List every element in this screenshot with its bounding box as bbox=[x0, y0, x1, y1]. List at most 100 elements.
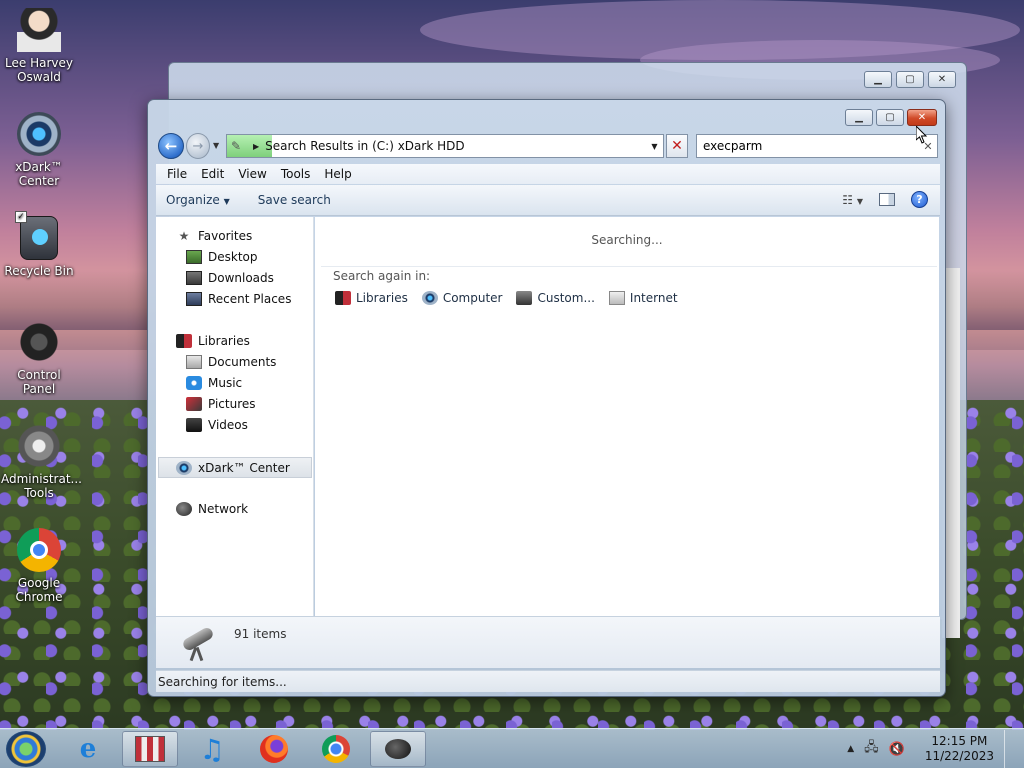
stop-icon: ✕ bbox=[671, 138, 683, 154]
network-status-icon[interactable]: 🖧 bbox=[864, 738, 879, 760]
desktop-icon-xdark-center[interactable]: xDark™ Center bbox=[1, 112, 77, 188]
menu-view[interactable]: View bbox=[231, 167, 273, 181]
user-anime-icon bbox=[17, 8, 61, 52]
clock[interactable]: 12:15 PM 11/22/2023 bbox=[925, 734, 994, 764]
desktop-icon-label: Recycle Bin bbox=[4, 264, 74, 278]
save-search-button[interactable]: Save search bbox=[258, 193, 331, 207]
back-button[interactable]: ← bbox=[158, 133, 184, 159]
item-count: 91 items bbox=[234, 627, 287, 641]
taskbar-internet-explorer[interactable]: e bbox=[60, 731, 116, 767]
clock-time: 12:15 PM bbox=[931, 734, 988, 748]
command-bar-right: ☷ ▼ ? bbox=[842, 191, 928, 208]
option-label: Internet bbox=[629, 291, 678, 305]
taskbar-music[interactable]: ♫ bbox=[184, 731, 240, 767]
background-window-caption-buttons: ▁ ▢ ✕ bbox=[864, 71, 956, 88]
desktop-icon-recycle-bin[interactable]: ✓ Recycle Bin bbox=[1, 211, 77, 278]
desktop-icon-label: xDark™ Center bbox=[15, 160, 63, 188]
desktop-icon-label: Lee Harvey Oswald bbox=[5, 56, 73, 84]
nav-desktop[interactable]: Desktop bbox=[186, 248, 258, 266]
stop-search-button[interactable]: ✕ bbox=[666, 134, 688, 158]
breadcrumb-arrow-icon[interactable]: ▶ bbox=[253, 142, 259, 151]
organize-button[interactable]: Organize ▼ bbox=[166, 193, 230, 207]
menu-file[interactable]: File bbox=[160, 167, 194, 181]
minimize-button[interactable]: ▁ bbox=[845, 109, 873, 126]
option-label: Computer bbox=[442, 291, 503, 305]
nav-label: Network bbox=[198, 502, 249, 516]
library-icon bbox=[135, 736, 165, 762]
nav-documents[interactable]: Documents bbox=[186, 353, 276, 371]
volume-muted-icon[interactable]: 🔇 bbox=[889, 742, 905, 757]
content-pane[interactable]: Searching... Search again in: Libraries … bbox=[315, 217, 939, 616]
nav-music[interactable]: Music bbox=[186, 374, 242, 392]
maximize-button[interactable]: ▢ bbox=[896, 71, 924, 88]
recycle-bin-icon: ✓ bbox=[15, 211, 58, 260]
desktop-icon-control-panel[interactable]: Control Panel bbox=[1, 320, 77, 396]
nav-label: Desktop bbox=[208, 250, 258, 264]
show-hidden-icons-icon[interactable]: ▲ bbox=[847, 744, 854, 754]
search-box[interactable]: ✕ bbox=[696, 134, 938, 158]
close-button[interactable]: ✕ bbox=[907, 109, 937, 126]
xdark-center-icon bbox=[176, 460, 192, 475]
menu-help[interactable]: Help bbox=[317, 167, 358, 181]
desktop-icon-admin-tools[interactable]: Administrat... Tools bbox=[1, 424, 82, 500]
nav-favorites[interactable]: ★ Favorites bbox=[176, 227, 253, 245]
preview-pane-icon[interactable] bbox=[879, 193, 895, 206]
search-telescope-icon bbox=[178, 623, 216, 663]
recent-pages-dropdown-icon[interactable]: ▼ bbox=[213, 141, 219, 150]
menu-tools[interactable]: Tools bbox=[274, 167, 318, 181]
close-button[interactable]: ✕ bbox=[928, 71, 956, 88]
downloads-icon bbox=[186, 271, 202, 285]
divider bbox=[321, 266, 937, 267]
nav-network[interactable]: Network bbox=[176, 500, 248, 518]
nav-recent-places[interactable]: Recent Places bbox=[186, 290, 291, 308]
option-label: Custom... bbox=[537, 291, 595, 305]
taskbar-library[interactable] bbox=[122, 731, 178, 767]
firefox-icon bbox=[260, 735, 288, 763]
search-input[interactable] bbox=[703, 139, 919, 153]
nav-libraries[interactable]: Libraries bbox=[176, 332, 250, 350]
desktop-icon-chrome[interactable]: Google Chrome bbox=[1, 528, 77, 604]
show-desktop-button[interactable] bbox=[1004, 730, 1014, 768]
search-again-options: Libraries Computer Custom... Internet bbox=[335, 291, 678, 305]
custom-folder-icon bbox=[516, 291, 533, 305]
documents-icon bbox=[186, 355, 202, 369]
nav-videos[interactable]: Videos bbox=[186, 416, 248, 434]
search-again-internet[interactable]: Internet bbox=[608, 291, 678, 305]
nav-xdark-center[interactable]: xDark™ Center bbox=[158, 457, 312, 478]
taskbar-chrome[interactable] bbox=[308, 731, 364, 767]
nav-label: Recent Places bbox=[208, 292, 292, 306]
status-bar: Searching for items... bbox=[156, 670, 940, 692]
search-again-libraries[interactable]: Libraries bbox=[335, 291, 408, 305]
chrome-icon bbox=[17, 528, 61, 572]
desktop-icon-user[interactable]: Lee Harvey Oswald bbox=[1, 8, 77, 84]
music-note-icon: ♫ bbox=[199, 732, 225, 766]
mouse-cursor-icon bbox=[916, 126, 928, 144]
nav-downloads[interactable]: Downloads bbox=[186, 269, 274, 287]
view-options-button[interactable]: ☷ ▼ bbox=[842, 193, 863, 207]
details-view-icon: ☷ bbox=[842, 192, 854, 207]
maximize-button[interactable]: ▢ bbox=[876, 109, 904, 126]
menu-edit[interactable]: Edit bbox=[194, 167, 231, 181]
chevron-down-icon: ▼ bbox=[856, 196, 863, 206]
help-icon[interactable]: ? bbox=[911, 191, 928, 208]
search-again-computer[interactable]: Computer bbox=[421, 291, 503, 305]
forward-button[interactable]: → bbox=[186, 133, 210, 159]
address-dropdown-icon[interactable]: ▼ bbox=[645, 141, 663, 151]
status-text: Searching for items... bbox=[158, 674, 287, 689]
taskbar-search[interactable] bbox=[370, 731, 426, 767]
back-arrow-icon: ← bbox=[164, 137, 178, 155]
internet-explorer-icon: e bbox=[79, 734, 97, 764]
explorer-window[interactable]: ▁ ▢ ✕ ← → ▼ ✎ ▶ Search Results in (C:) x… bbox=[147, 99, 946, 697]
address-bar[interactable]: ✎ ▶ Search Results in (C:) xDark HDD ▼ bbox=[226, 134, 664, 158]
command-bar: Organize ▼ Save search ☷ ▼ ? bbox=[156, 185, 940, 216]
address-path[interactable]: Search Results in (C:) xDark HDD bbox=[265, 139, 645, 153]
nav-label: Pictures bbox=[208, 397, 256, 411]
taskbar-firefox[interactable] bbox=[246, 731, 302, 767]
start-button[interactable] bbox=[6, 731, 46, 767]
nav-label: Music bbox=[208, 376, 243, 390]
nav-label: Libraries bbox=[198, 334, 250, 348]
search-again-custom[interactable]: Custom... bbox=[516, 291, 595, 305]
nav-pictures[interactable]: Pictures bbox=[186, 395, 256, 413]
forward-arrow-icon: → bbox=[192, 138, 204, 154]
minimize-button[interactable]: ▁ bbox=[864, 71, 892, 88]
